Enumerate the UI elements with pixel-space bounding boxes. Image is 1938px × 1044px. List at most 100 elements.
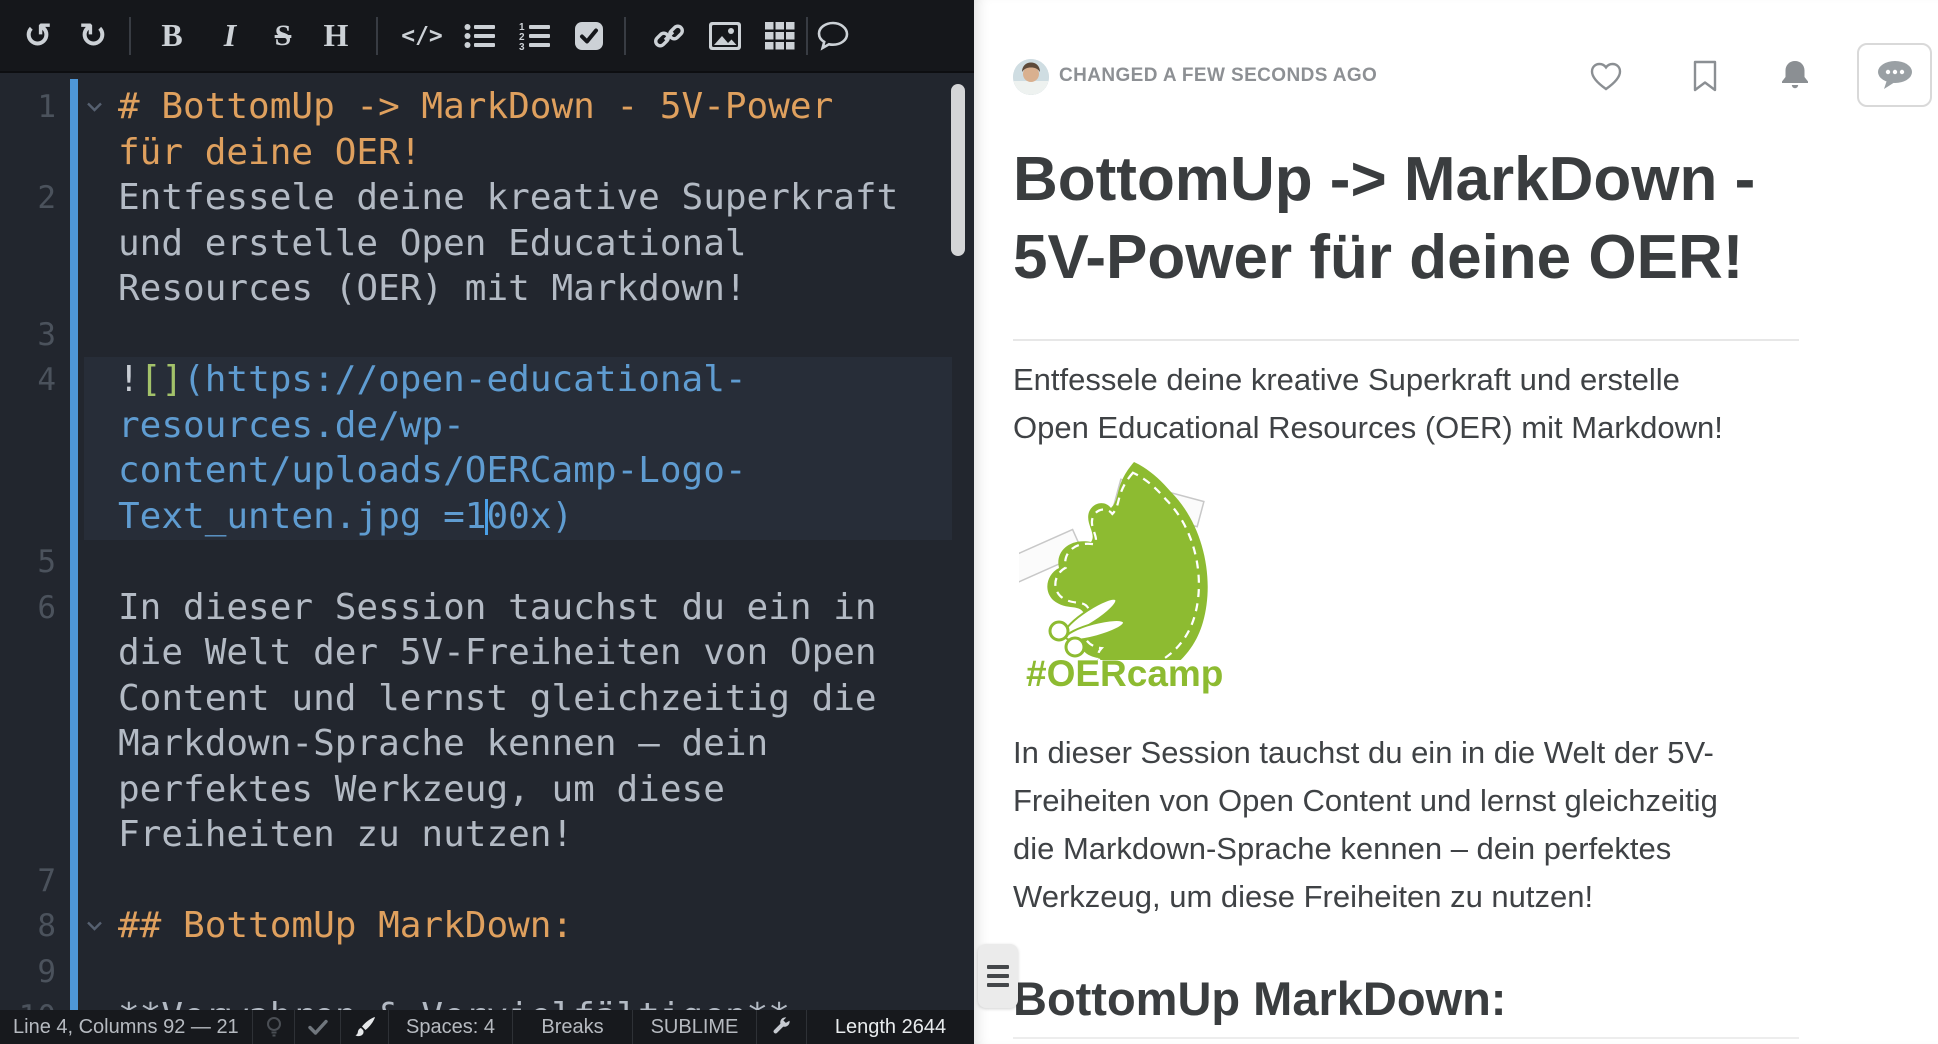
code-text: für deine OER! (118, 130, 421, 176)
heading-icon[interactable]: H (324, 0, 349, 71)
code-text: content/uploads/OERCamp-Logo- (118, 448, 747, 494)
line-number: 1 (0, 84, 56, 130)
line-number: 2 (0, 175, 56, 221)
code-text: perfektes Werkzeug, um diese (118, 767, 725, 813)
code-text: Entfessele deine kreative Superkraft (118, 175, 898, 221)
editor-row[interactable]: 2 Entfessele deine kreative Superkraft (0, 175, 974, 221)
editor-row[interactable]: 3 (0, 312, 974, 358)
editor-toolbar: ↺ ↻ B I S H </> 123 (0, 0, 974, 73)
link-icon[interactable] (653, 0, 685, 71)
grip-line (987, 974, 1009, 978)
paintbrush-icon (354, 1016, 376, 1038)
table-icon[interactable] (765, 0, 795, 71)
grip-line (987, 983, 1009, 987)
strikethrough-icon[interactable]: S (275, 0, 292, 71)
editor-row[interactable]: Freiheiten zu nutzen! (0, 812, 974, 858)
check-icon (308, 1019, 328, 1035)
code-block-icon[interactable]: </> (401, 0, 443, 71)
bookmark-button[interactable] (1691, 43, 1719, 109)
notifications-button[interactable] (1779, 43, 1811, 109)
line-number: 10 (0, 994, 56, 1010)
toolbar-separator (376, 17, 378, 55)
fold-chevron-icon[interactable] (86, 84, 103, 130)
editor-row[interactable]: und erstelle Open Educational (0, 221, 974, 267)
fold-chevron-icon[interactable] (86, 903, 103, 949)
editor-row[interactable]: 5 (0, 539, 974, 585)
editor-row[interactable]: Resources (OER) mit Markdown! (0, 266, 974, 312)
editor-row[interactable]: 8## BottomUp MarkDown: (0, 903, 974, 949)
undo-icon[interactable]: ↺ (24, 0, 53, 71)
image-icon[interactable] (709, 0, 741, 71)
editor-row[interactable]: 10**Verwahren & Vervielfältigen** (0, 994, 974, 1010)
editor-row[interactable]: content/uploads/OERCamp-Logo- (0, 448, 974, 494)
editor-pane: ↺ ↻ B I S H </> 123 (0, 0, 974, 1044)
code-text: und erstelle Open Educational (118, 221, 747, 267)
italic-icon[interactable]: I (224, 0, 236, 71)
editor-row[interactable]: die Welt der 5V-Freiheiten von Open (0, 630, 974, 676)
editor-scrollbar[interactable] (951, 84, 965, 256)
preview-header: CHANGED A FEW SECONDS AGO (1013, 43, 1938, 109)
bookmark-icon (1691, 60, 1719, 92)
editor-row[interactable]: Content und lernst gleichzeitig die (0, 676, 974, 722)
code-text: ![](https://open-educational- (118, 357, 747, 403)
code-text: # BottomUp -> MarkDown - 5V-Power (118, 84, 833, 130)
code-text: Freiheiten zu nutzen! (118, 812, 573, 858)
redo-icon[interactable]: ↻ (79, 0, 108, 71)
indent-setting[interactable]: Spaces: 4 (388, 1010, 512, 1044)
editor-row[interactable]: 4 ![](https://open-educational- (0, 357, 974, 403)
theme-toggle[interactable] (340, 1010, 388, 1044)
editor-row[interactable]: 6In dieser Session tauchst du ein in (0, 585, 974, 631)
editor-row[interactable]: Markdown-Sprache kennen – dein (0, 721, 974, 767)
code-text: die Welt der 5V-Freiheiten von Open (118, 630, 877, 676)
avatar[interactable] (1013, 59, 1049, 95)
code-text: Text_unten.jpg =100x) (118, 494, 573, 540)
section-heading: BottomUp MarkDown: (1013, 971, 1506, 1026)
editor-row[interactable]: resources.de/wp- (0, 403, 974, 449)
document-title: BottomUp -> MarkDown - 5V-Power für dein… (1013, 141, 1755, 297)
document-length-status: Length 2644 (806, 1010, 974, 1044)
editor-row[interactable]: für deine OER! (0, 130, 974, 176)
ordered-list-icon[interactable]: 123 (519, 0, 551, 71)
divider (1013, 1037, 1799, 1039)
divider (1013, 339, 1799, 341)
code-text: resources.de/wp- (118, 403, 465, 449)
code-text: Markdown-Sprache kennen – dein (118, 721, 768, 767)
toolbar-separator (806, 17, 808, 55)
comment-icon[interactable] (817, 0, 849, 71)
oercamp-logo-caption: #OERcamp (1026, 653, 1223, 695)
comment-bubble-icon (1875, 59, 1915, 91)
code-text: Resources (OER) mit Markdown! (118, 266, 747, 312)
editor-row[interactable]: 1 # BottomUp -> MarkDown - 5V-Power (0, 84, 974, 130)
spellcheck-toggle[interactable] (294, 1010, 340, 1044)
unordered-list-icon[interactable] (464, 0, 496, 71)
body-paragraph: In dieser Session tauchst du ein in die … (1013, 729, 1718, 921)
toolbar-separator (624, 17, 626, 55)
editor-code-area[interactable]: 1 # BottomUp -> MarkDown - 5V-Powerfür de… (0, 73, 974, 1010)
intro-paragraph: Entfessele deine kreative Superkraft und… (1013, 356, 1723, 452)
keymap-setting[interactable]: SUBLIME (632, 1010, 756, 1044)
linebreak-setting[interactable]: Breaks (512, 1010, 632, 1044)
line-number: 8 (0, 903, 56, 949)
editor-row[interactable]: perfektes Werkzeug, um diese (0, 767, 974, 813)
wrench-icon (772, 1017, 792, 1037)
toolbar-separator (129, 17, 131, 55)
editor-row[interactable]: 7 (0, 858, 974, 904)
last-changed-label: CHANGED A FEW SECONDS AGO (1059, 43, 1377, 109)
pane-resize-handle[interactable] (978, 944, 1018, 1008)
line-number: 4 (0, 357, 56, 403)
preview-pane: CHANGED A FEW SECONDS AGO BottomUp -> Ma… (974, 0, 1938, 1044)
like-button[interactable] (1588, 43, 1624, 109)
editor-row[interactable]: Text_unten.jpg =100x) (0, 494, 974, 540)
comments-button[interactable] (1857, 43, 1932, 107)
task-list-icon[interactable] (574, 0, 604, 71)
markdown-editor-app: ↺ ↻ B I S H </> 123 (0, 0, 1938, 1044)
preferences-button[interactable] (756, 1010, 806, 1044)
heart-icon (1588, 60, 1624, 92)
svg-text:3: 3 (519, 42, 525, 50)
editor-row[interactable]: 9 (0, 949, 974, 995)
cursor-position-status: Line 4, Columns 92 — 21 (0, 1010, 252, 1044)
bold-icon[interactable]: B (161, 0, 182, 71)
oercamp-logo-image (1019, 450, 1219, 665)
code-text: Content und lernst gleichzeitig die (118, 676, 877, 722)
hint-toggle[interactable] (252, 1010, 294, 1044)
